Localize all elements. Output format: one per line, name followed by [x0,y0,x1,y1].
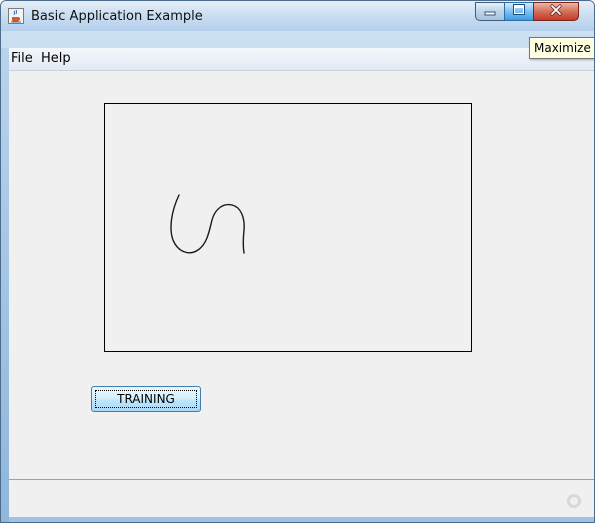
handwritten-stroke [170,194,245,254]
window-frame-left [1,48,9,522]
window-title: Basic Application Example [31,9,203,24]
minimize-button[interactable] [475,2,505,21]
minimize-icon [483,5,497,19]
menu-file[interactable]: File [11,51,33,66]
drawing-canvas[interactable] [104,103,472,352]
menu-bar: File Help [9,48,594,71]
maximize-button[interactable] [504,2,534,21]
busy-indicator-icon [567,494,581,508]
content-pane: TRAINING [9,71,594,516]
close-icon [549,4,563,19]
java-cup-icon[interactable] [8,8,24,24]
focus-indicator [95,390,197,408]
menu-help[interactable]: Help [41,51,71,66]
close-button[interactable] [533,2,579,21]
maximize-icon [512,4,526,19]
status-bar [9,479,594,517]
maximize-tooltip: Maximize [529,37,594,59]
training-button[interactable]: TRAINING [91,386,201,412]
title-bar[interactable]: Basic Application Example [1,1,594,31]
application-window: Basic Application Example File Help TRAI… [0,0,595,523]
